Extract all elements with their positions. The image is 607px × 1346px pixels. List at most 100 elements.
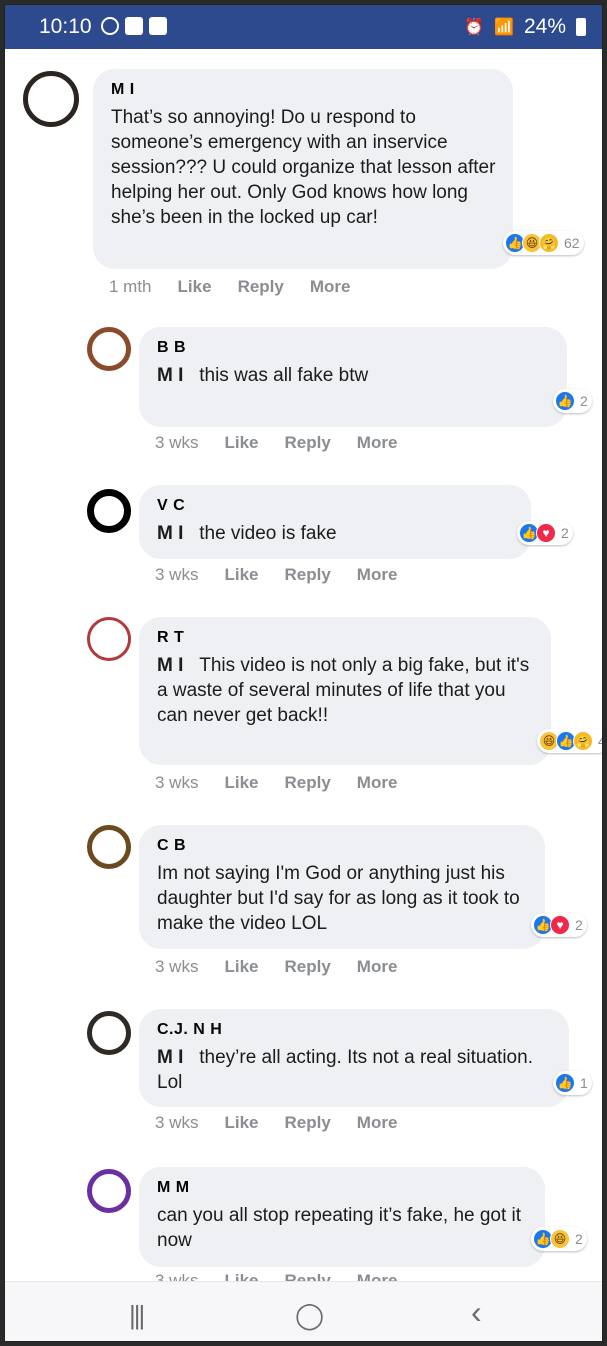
comment-actions: 3 wks Like Reply More xyxy=(155,957,397,977)
avatar[interactable] xyxy=(87,327,131,371)
commenter-name[interactable]: B B xyxy=(157,339,551,357)
love-reaction-icon: ♥ xyxy=(536,523,556,543)
comment-bubble: M I That’s so annoying! Do u respond to … xyxy=(93,69,513,269)
comment-actions: 3 wks Like Reply More xyxy=(155,773,397,793)
status-right: ⏰ 📶 24% xyxy=(464,15,586,39)
comment-actions: 3 wks Like Reply More xyxy=(155,1113,397,1133)
notification-icons xyxy=(101,17,167,35)
comment-time: 3 wks xyxy=(155,957,199,976)
comment-actions: 3 wks Like Reply More xyxy=(155,565,397,585)
reply-button[interactable]: Reply xyxy=(238,277,284,297)
reaction-count: 2 xyxy=(575,1231,583,1247)
mention[interactable]: M I xyxy=(157,1047,183,1068)
comment-text: M I they’re all acting. Its not a real s… xyxy=(157,1045,553,1095)
reaction-count: 1 xyxy=(580,1075,588,1091)
reply-button[interactable]: Reply xyxy=(285,773,331,793)
android-nav-bar: ||| ◯ ‹ xyxy=(5,1281,602,1341)
status-time: 10:10 xyxy=(39,15,92,38)
avatar[interactable] xyxy=(23,71,79,127)
comment-bubble: R T M I This video is not only a big fak… xyxy=(139,617,551,765)
avatar[interactable] xyxy=(87,1169,131,1213)
home-button[interactable]: ◯ xyxy=(295,1300,324,1331)
like-reaction-icon: 👍 xyxy=(555,1073,575,1093)
reaction-count: 2 xyxy=(575,917,583,933)
more-button[interactable]: More xyxy=(357,1113,398,1133)
comment-time: 3 wks xyxy=(155,1113,199,1132)
like-button[interactable]: Like xyxy=(224,1113,258,1133)
comments-list: M I That’s so annoying! Do u respond to … xyxy=(5,49,602,1285)
reply-button[interactable]: Reply xyxy=(285,433,331,453)
commenter-name[interactable]: R T xyxy=(157,629,535,647)
like-button[interactable]: Like xyxy=(178,277,212,297)
comment-text: can you all stop repeating it’s fake, he… xyxy=(157,1205,522,1251)
reaction-count: 2 xyxy=(580,393,588,409)
care-reaction-icon: 🤗 xyxy=(573,731,593,751)
mention[interactable]: M I xyxy=(157,365,183,386)
comment-text: M I this was all fake btw xyxy=(157,363,551,388)
love-reaction-icon: ♥ xyxy=(550,915,570,935)
reactions[interactable]: 👍 ♥ 2 xyxy=(531,913,587,937)
reactions[interactable]: 👍 2 xyxy=(553,389,592,413)
comment-bubble: V C M I the video is fake xyxy=(139,485,531,559)
reactions[interactable]: 👍 ♥ 2 xyxy=(517,521,573,545)
commenter-name[interactable]: M I xyxy=(111,81,497,99)
back-button[interactable]: ‹ xyxy=(471,1294,482,1331)
reactions[interactable]: 👍 😆 2 xyxy=(531,1227,587,1251)
comment-bubble: M M can you all stop repeating it’s fake… xyxy=(139,1167,545,1267)
commenter-name[interactable]: C.J. N H xyxy=(157,1021,553,1039)
comment-body: this was all fake btw xyxy=(199,365,369,386)
gallery-icon xyxy=(149,17,167,35)
avatar[interactable] xyxy=(87,1011,131,1055)
comment-body: This video is not only a big fake, but i… xyxy=(157,655,530,726)
status-bar: 10:10 ⏰ 📶 24% xyxy=(5,5,602,49)
avatar[interactable] xyxy=(87,617,131,661)
reply-button[interactable]: Reply xyxy=(285,957,331,977)
more-button[interactable]: More xyxy=(357,773,398,793)
recents-button[interactable]: ||| xyxy=(129,1300,145,1331)
like-button[interactable]: Like xyxy=(224,957,258,977)
comment-body: they’re all acting. Its not a real situa… xyxy=(157,1047,533,1093)
more-button[interactable]: More xyxy=(310,277,351,297)
comment-actions: 1 mth Like Reply More xyxy=(109,277,350,297)
mention[interactable]: M I xyxy=(157,655,183,676)
reactions[interactable]: 👍 1 xyxy=(553,1071,592,1095)
comment-bubble: C B Im not saying I'm God or anything ju… xyxy=(139,825,545,949)
more-button[interactable]: More xyxy=(357,957,398,977)
more-button[interactable]: More xyxy=(357,433,398,453)
commenter-name[interactable]: M M xyxy=(157,1179,529,1197)
like-button[interactable]: Like xyxy=(224,565,258,585)
commenter-name[interactable]: V C xyxy=(157,497,515,515)
comment-bubble: B B M I this was all fake btw xyxy=(139,327,567,427)
mention[interactable]: M I xyxy=(157,523,183,544)
like-button[interactable]: Like xyxy=(224,433,258,453)
phone-screen: 10:10 ⏰ 📶 24% M I That’s so annoying! Do… xyxy=(4,4,603,1342)
more-button[interactable]: More xyxy=(357,565,398,585)
comment-bubble: C.J. N H M I they’re all acting. Its not… xyxy=(139,1009,569,1107)
like-button[interactable]: Like xyxy=(224,773,258,793)
youtube-icon xyxy=(125,17,143,35)
comment-text: Im not saying I'm God or anything just h… xyxy=(157,863,520,934)
comment-time: 3 wks xyxy=(155,433,199,452)
comment-body: the video is fake xyxy=(199,523,337,544)
reply-button[interactable]: Reply xyxy=(285,1113,331,1133)
whatsapp-icon xyxy=(101,17,119,35)
comment-time: 3 wks xyxy=(155,773,199,792)
comment-text: M I This video is not only a big fake, b… xyxy=(157,653,535,728)
reaction-count: 4 xyxy=(598,733,602,749)
avatar[interactable] xyxy=(87,825,131,869)
comment-text: That’s so annoying! Do u respond to some… xyxy=(111,107,496,228)
battery-level: 24% xyxy=(523,15,566,38)
reaction-count: 2 xyxy=(561,525,569,541)
avatar[interactable] xyxy=(87,489,131,533)
commenter-name[interactable]: C B xyxy=(157,837,529,855)
like-reaction-icon: 👍 xyxy=(555,391,575,411)
care-reaction-icon: 🤗 xyxy=(539,233,559,253)
reply-button[interactable]: Reply xyxy=(285,565,331,585)
alarm-icon: ⏰ xyxy=(464,19,485,36)
comment-actions: 3 wks Like Reply More xyxy=(155,433,397,453)
reaction-count: 62 xyxy=(564,235,580,251)
reactions[interactable]: 👍 😆 🤗 62 xyxy=(503,231,584,255)
comment-time: 1 mth xyxy=(109,277,152,296)
haha-reaction-icon: 😆 xyxy=(550,1229,570,1249)
reactions[interactable]: 😆 👍 🤗 4 xyxy=(537,729,602,753)
